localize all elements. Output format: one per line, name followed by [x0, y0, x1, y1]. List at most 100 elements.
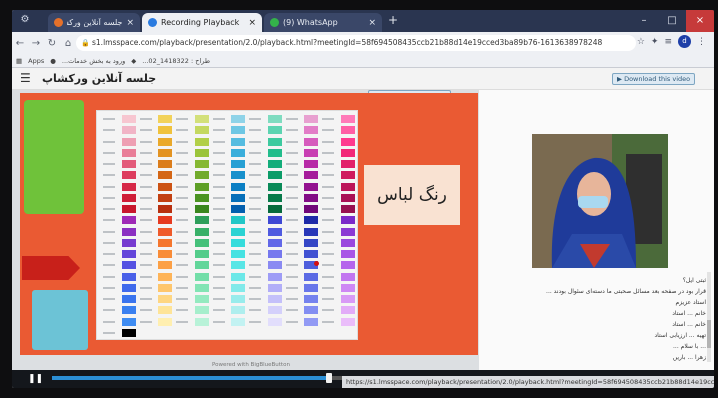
tab-close-icon[interactable]: × [368, 18, 376, 28]
download-video-button[interactable]: ▶ Download this video [612, 73, 696, 85]
swatch-color [267, 115, 282, 124]
tab-menu-icon[interactable]: ⚙ [18, 14, 32, 28]
profile-avatar[interactable]: d [678, 35, 691, 48]
swatch-color [267, 261, 282, 270]
swatch-code [285, 230, 298, 233]
color-swatch [249, 317, 282, 327]
swatch-color [267, 306, 282, 315]
forward-icon[interactable]: → [28, 38, 44, 49]
tab-whatsapp[interactable]: (9) WhatsApp × [264, 13, 382, 32]
progress-thumb[interactable] [326, 373, 333, 383]
color-swatch [103, 182, 136, 192]
swatch-code [176, 208, 189, 211]
swatch-code [139, 129, 152, 132]
minimize-button[interactable]: – [630, 10, 658, 32]
bookmark-services[interactable]: ورود به بخش خدمات... [62, 57, 125, 65]
color-swatch [212, 249, 246, 259]
swatch-color [341, 295, 355, 304]
color-swatch [103, 215, 136, 225]
swatch-code [212, 163, 225, 166]
powered-by: Powered with BigBlueButton [212, 362, 290, 368]
close-window-button[interactable]: × [686, 10, 714, 32]
swatch-color [121, 227, 136, 236]
tab-close-icon[interactable]: × [126, 18, 134, 28]
swatch-code [139, 140, 152, 143]
swatch-code [249, 163, 262, 166]
chat-scrollbar[interactable] [707, 272, 711, 362]
home-icon[interactable]: ⌂ [60, 38, 76, 49]
swatch-code [322, 309, 335, 312]
color-swatch [249, 114, 282, 124]
swatch-code [285, 129, 298, 132]
swatch-color [267, 137, 282, 146]
maximize-button[interactable]: □ [658, 10, 686, 32]
swatch-color [231, 317, 246, 326]
swatch-code [249, 286, 262, 289]
swatch-color [121, 317, 136, 326]
hamburger-menu-icon[interactable]: ☰ [20, 71, 31, 85]
swatch-code [103, 185, 115, 188]
color-swatch [176, 305, 209, 315]
blue-shape [32, 290, 88, 350]
swatch-code [103, 241, 115, 244]
swatch-color [267, 227, 282, 236]
swatch-code [212, 129, 225, 132]
swatch-color [121, 328, 136, 337]
swatch-color [341, 272, 355, 281]
scroll-thumb[interactable] [707, 320, 711, 348]
swatch-code [249, 208, 262, 211]
color-swatch [139, 193, 173, 203]
window-controls: – □ × [630, 10, 714, 32]
swatch-code [212, 208, 225, 211]
star-icon[interactable]: ☆ [637, 37, 645, 47]
color-swatch [212, 238, 246, 248]
swatch-color [231, 171, 246, 180]
swatch-code [285, 275, 298, 278]
swatch-code [322, 208, 335, 211]
swatch-code [103, 208, 115, 211]
tab-close-icon[interactable]: × [248, 18, 256, 28]
swatch-code [139, 309, 152, 312]
red-arrow-shape [22, 256, 80, 280]
swatch-code [212, 151, 225, 154]
tab-workshop[interactable]: جلسه آنلاین ورکشاپ × [48, 13, 140, 32]
color-swatch [103, 125, 136, 135]
swatch-code [176, 241, 189, 244]
swatch-code [212, 286, 225, 289]
tab-recording-playback[interactable]: Recording Playback × [142, 13, 262, 32]
swatch-color [341, 317, 355, 326]
color-swatch [176, 317, 209, 327]
swatch-color [267, 295, 282, 304]
apps-bookmark[interactable]: Apps [28, 57, 44, 65]
playlist-icon[interactable]: ≡ [664, 37, 672, 47]
swatch-code [249, 129, 262, 132]
swatch-code [176, 151, 189, 154]
new-tab-button[interactable]: + [388, 13, 398, 27]
color-swatch [285, 148, 319, 158]
address-bar[interactable]: 🔒 s1.lmsspace.com/playback/presentation/… [76, 35, 636, 51]
color-swatch [176, 148, 209, 158]
color-swatch [285, 193, 319, 203]
pause-icon[interactable]: ❚❚ [28, 374, 43, 384]
swatch-color [158, 182, 173, 191]
swatch-code [249, 298, 262, 301]
swatch-color [231, 137, 246, 146]
swatch-color [304, 115, 319, 124]
swatch-code [249, 275, 262, 278]
swatch-color [158, 171, 173, 180]
swatch-code [322, 320, 335, 323]
extension-icon[interactable]: ✦ [651, 37, 659, 47]
swatch-code [249, 118, 262, 121]
color-swatch [212, 159, 246, 169]
color-swatch [322, 227, 355, 237]
swatch-code [285, 219, 298, 222]
bookmark-designer[interactable]: ...02_1418322 : طراح [142, 57, 210, 65]
color-swatch [285, 227, 319, 237]
more-icon[interactable]: ⋮ [697, 37, 706, 47]
reload-icon[interactable]: ↻ [44, 38, 60, 49]
back-icon[interactable]: ← [12, 38, 28, 49]
color-swatch [249, 125, 282, 135]
webcam-video[interactable] [532, 134, 668, 268]
apps-grid-icon[interactable]: ▦ [16, 57, 22, 65]
swatch-code [103, 196, 115, 199]
